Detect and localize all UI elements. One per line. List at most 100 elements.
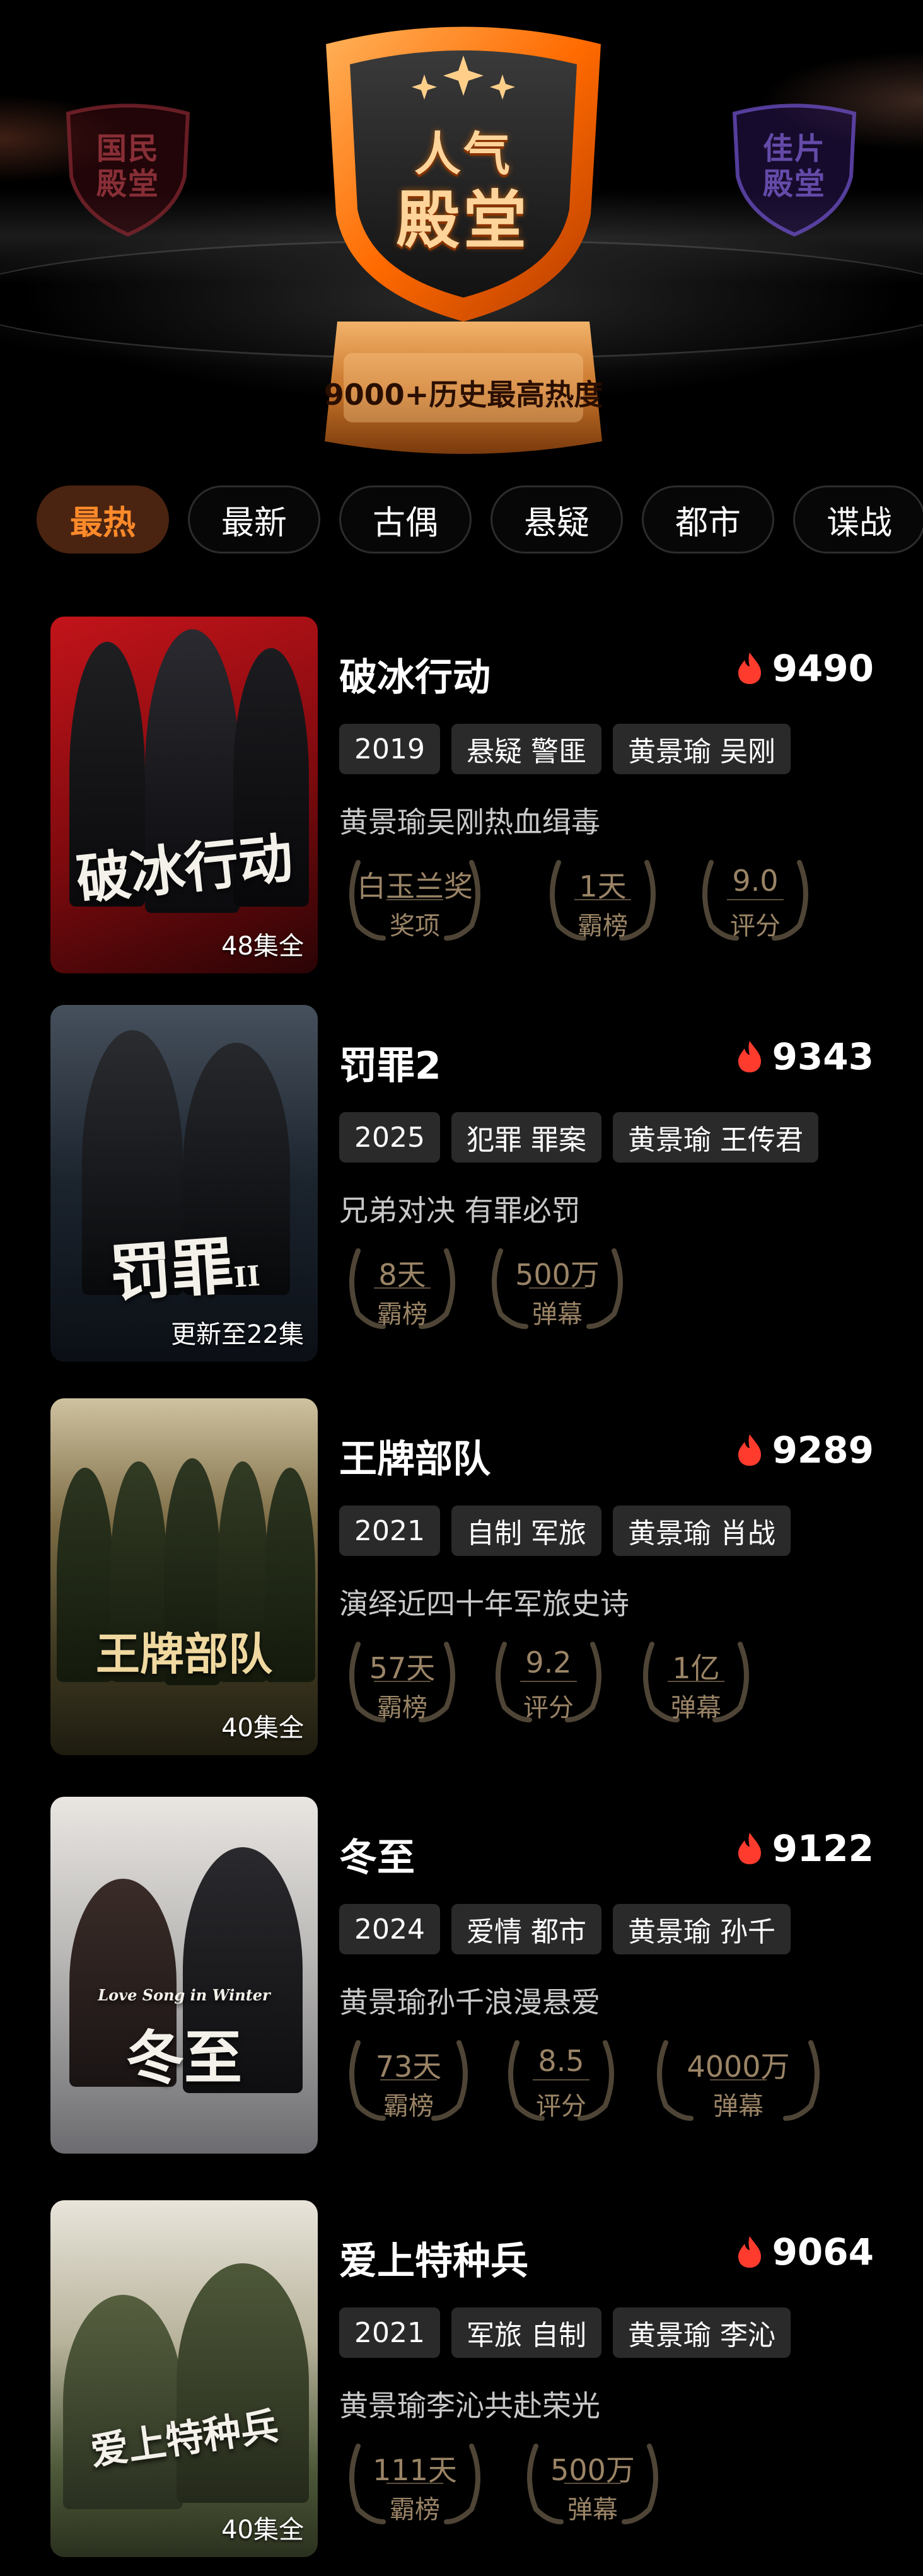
hero-header: 国民 殿堂 佳片 殿堂 人气 殿堂 9000+历史最高热度	[0, 0, 923, 467]
badge-subtitle: 9000+历史最高热度	[323, 378, 603, 412]
stat-label: 评分	[536, 2092, 586, 2121]
poster-title-text: 罚罪	[107, 1229, 236, 1311]
year-tag: 2024	[339, 1904, 440, 1954]
stat-laurel: 500万 弹幕	[482, 1238, 633, 1333]
quality-hall-badge[interactable]: 佳片 殿堂	[722, 101, 867, 240]
episode-count: 40集全	[221, 1714, 304, 1743]
stat-laurel: 白玉兰奖 奖项	[339, 850, 491, 944]
poster-image[interactable]: Love Song in Winter 冬至	[50, 1797, 318, 2154]
tab-hottest[interactable]: 最热	[37, 485, 169, 554]
stat-divider	[374, 1681, 431, 1682]
heat-score: 9122	[736, 1827, 874, 1870]
national-hall-badge[interactable]: 国民 殿堂	[55, 101, 200, 240]
episode-count: 40集全	[221, 2515, 304, 2544]
cast-tag: 黄景瑜 王传君	[612, 1112, 818, 1163]
cast-tag: 黄景瑜 李沁	[612, 2307, 791, 2358]
poster-subtitle-art: Love Song in Winter	[98, 1986, 270, 2004]
flame-icon	[738, 1833, 761, 1864]
tab-label: 古偶	[372, 504, 438, 542]
show-description: 黄景瑜李沁共赴荣光	[339, 2389, 600, 2423]
tag-row: 2021 军旅 自制 黄景瑜 李沁	[339, 2307, 802, 2358]
tab-spy[interactable]: 谍战	[793, 485, 923, 554]
stat-laurel: 9.2 评分	[485, 1632, 612, 1726]
badge-text-line: 佳片	[762, 131, 826, 166]
stat-divider	[727, 899, 784, 900]
tag-row: 2024 爱情 都市 黄景瑜 孙千	[339, 1904, 802, 1954]
show-card[interactable]: Love Song in Winter 冬至 冬至 9122 2024 爱情 都…	[0, 1797, 923, 2162]
stat-divider	[564, 2483, 621, 2484]
stat-divider	[710, 2079, 767, 2080]
tag-row: 2019 悬疑 警匪 黄景瑜 吴刚	[339, 724, 802, 774]
show-title: 爱上特种兵	[339, 2239, 528, 2283]
stat-divider	[374, 1287, 431, 1289]
poster-title-art: 冬至	[125, 2024, 242, 2092]
poster-title-art: 王牌部队	[96, 1628, 272, 1680]
show-title: 王牌部队	[339, 1437, 491, 1482]
stat-label: 弹幕	[532, 1300, 583, 1329]
poster-image[interactable]: 罚罪II 更新至22集	[50, 1005, 318, 1362]
stat-divider	[574, 899, 631, 900]
stat-divider	[386, 2483, 443, 2484]
tag-row: 2021 自制 军旅 黄景瑜 肖战	[339, 1506, 802, 1556]
flame-icon	[738, 1434, 761, 1466]
poster-title-mark: II	[233, 1260, 262, 1294]
stat-value: 8.5	[538, 2044, 584, 2078]
badge-text-line: 殿堂	[96, 166, 160, 202]
badge-text-line: 殿堂	[762, 166, 826, 202]
popular-hall-badge: 人气 殿堂 9000+历史最高热度	[318, 25, 608, 467]
stat-divider	[529, 1287, 586, 1289]
stat-laurel: 9.0 评分	[692, 850, 818, 944]
stat-laurel: 500万 弹幕	[517, 2434, 668, 2528]
stat-label: 弹幕	[671, 1693, 721, 1722]
tab-newest[interactable]: 最新	[188, 485, 320, 554]
show-description: 黄景瑜吴刚热血缉毒	[339, 805, 600, 839]
show-card[interactable]: 罚罪II 更新至22集 罚罪2 9343 2025 犯罪 罪案 黄景瑜 王传君 …	[0, 1005, 923, 1371]
year-tag: 2021	[339, 1506, 440, 1556]
genre-tag: 军旅 自制	[451, 2307, 601, 2358]
tab-label: 谍战	[826, 504, 892, 542]
cast-tag: 黄景瑜 孙千	[612, 1904, 791, 1954]
stat-value: 9.2	[525, 1645, 572, 1680]
flame-icon	[738, 1041, 761, 1072]
year-tag: 2025	[339, 1112, 440, 1163]
stat-laurel: 1天 霸榜	[540, 850, 666, 944]
poster-image[interactable]: 爱上特种兵 40集全	[50, 2200, 318, 2557]
stat-laurel: 8天 霸榜	[339, 1238, 465, 1333]
show-title: 冬至	[339, 1836, 415, 1880]
episode-count: 更新至22集	[171, 1320, 304, 1349]
stat-label: 评分	[730, 912, 781, 941]
stat-laurel: 111天 霸榜	[339, 2434, 491, 2528]
heat-score: 9064	[736, 2231, 874, 2273]
cast-tag: 黄景瑜 吴刚	[612, 724, 791, 774]
show-description: 演绎近四十年军旅史诗	[339, 1587, 629, 1621]
show-card[interactable]: 王牌部队 40集全 王牌部队 9289 2021 自制 军旅 黄景瑜 肖战 演绎…	[0, 1398, 923, 1764]
stat-label: 评分	[523, 1693, 574, 1722]
tab-urban[interactable]: 都市	[642, 485, 774, 554]
genre-tag: 爱情 都市	[451, 1904, 601, 1954]
flame-icon	[738, 653, 761, 684]
genre-tag: 自制 军旅	[451, 1506, 601, 1556]
stat-laurel: 57天 霸榜	[339, 1632, 465, 1726]
stat-divider	[380, 2079, 437, 2080]
poster-image[interactable]: 王牌部队 40集全	[50, 1398, 318, 1755]
category-tabs: 最热 最新 古偶 悬疑 都市 谍战	[0, 485, 923, 555]
flame-icon	[738, 2236, 761, 2268]
show-description: 兄弟对决 有罪必罚	[339, 1193, 581, 1227]
show-title: 罚罪2	[339, 1044, 441, 1088]
poster-image[interactable]: 破冰行动 48集全	[50, 617, 318, 973]
show-card[interactable]: 破冰行动 48集全 破冰行动 9490 2019 悬疑 警匪 黄景瑜 吴刚 黄景…	[0, 617, 923, 982]
tab-suspense[interactable]: 悬疑	[491, 485, 623, 554]
cast-tag: 黄景瑜 肖战	[612, 1506, 791, 1556]
stat-laurel: 8.5 评分	[498, 2030, 624, 2125]
stat-laurel: 73天 霸榜	[339, 2030, 478, 2125]
genre-tag: 犯罪 罪案	[451, 1112, 601, 1163]
show-card[interactable]: 爱上特种兵 40集全 爱上特种兵 9064 2021 军旅 自制 黄景瑜 李沁 …	[0, 2200, 923, 2566]
stat-laurel: 1亿 弹幕	[633, 1632, 759, 1726]
stat-divider	[668, 1681, 724, 1682]
tab-costume[interactable]: 古偶	[339, 485, 472, 554]
stat-laurel: 4000万 弹幕	[647, 2030, 830, 2125]
tag-row: 2025 犯罪 罪案 黄景瑜 王传君	[339, 1112, 830, 1163]
badge-text-line: 国民	[96, 131, 160, 166]
stat-label: 霸榜	[377, 1693, 427, 1722]
stat-divider	[520, 1681, 577, 1682]
